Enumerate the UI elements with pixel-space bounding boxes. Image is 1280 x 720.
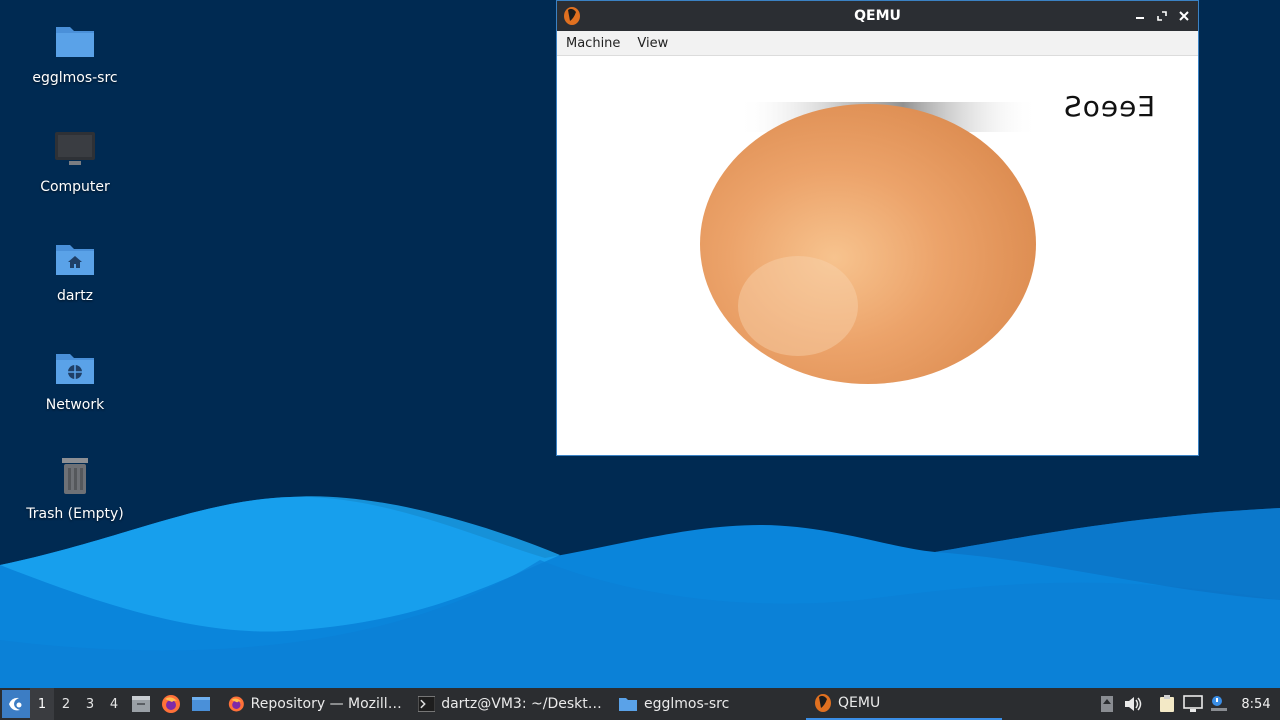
volume-icon [1125,697,1142,711]
workspace-1[interactable]: 1 [30,688,54,720]
tray-update[interactable] [1094,688,1120,720]
app-menu-icon [9,697,22,711]
tray-clipboard[interactable] [1154,688,1180,720]
close-icon[interactable] [1176,7,1192,25]
workspace-4[interactable]: 4 [102,688,126,720]
launch-firefox[interactable] [156,688,186,720]
launch-file-manager[interactable] [126,688,156,720]
window-title: QEMU [854,8,901,24]
folder-icon [52,18,98,62]
folder-icon [619,698,637,711]
desktop-icon-label: egglmos-src [32,70,118,86]
workspace-3[interactable]: 3 [78,688,102,720]
network-icon [1183,695,1203,712]
task-firefox[interactable]: Repository — Mozilla ... [220,688,410,720]
task-label: QEMU [838,695,881,711]
task-folder[interactable]: egglmos-src [610,688,806,720]
firefox-icon [228,696,244,712]
notification-icon [1211,696,1227,711]
taskbar: 1 2 3 4 Repository — Mozilla ... dartz@V… [0,688,1280,720]
desktop-icon-dartz[interactable]: dartz [10,236,140,304]
computer-icon [52,127,98,171]
home-folder-icon [52,236,98,280]
task-label: dartz@VM3: ~/Deskto... [441,696,602,712]
firefox-icon [162,695,180,713]
tray-volume[interactable] [1120,688,1146,720]
task-qemu[interactable]: QEMU [806,688,1002,720]
vm-display[interactable]: EeeoS [558,56,1197,455]
qemu-icon [815,694,831,712]
qemu-titlebar[interactable]: QEMU [557,1,1198,31]
launch-desktop[interactable] [186,688,216,720]
desktop-icon-label: dartz [56,288,94,304]
start-menu-button[interactable] [2,690,30,718]
clock[interactable]: 8:54 [1232,697,1280,712]
desktop-icon-label: Computer [40,179,110,195]
workspace-2[interactable]: 2 [54,688,78,720]
maximize-icon[interactable] [1154,7,1170,25]
desktop-icon-label: Network [45,397,105,413]
tray-network[interactable] [1180,688,1206,720]
desktop-icon-trash[interactable]: Trash (Empty) [10,454,140,522]
file-manager-icon [132,696,150,712]
menu-machine[interactable]: Machine [558,36,628,51]
network-folder-icon [52,345,98,389]
vm-screen-text: EeeoS [1063,90,1156,123]
desktop-icon-label: Trash (Empty) [26,506,124,522]
update-icon [1101,696,1113,712]
trash-icon [52,454,98,498]
desktop-icon-computer[interactable]: Computer [10,127,140,195]
tray-notification[interactable] [1206,688,1232,720]
terminal-icon [418,696,436,712]
desktop-icon-egglmos-src[interactable]: egglmos-src [10,18,140,86]
menu-view[interactable]: View [629,36,676,51]
task-label: egglmos-src [644,696,730,712]
task-terminal[interactable]: dartz@VM3: ~/Deskto... [410,688,610,720]
desktop-icon [192,697,210,711]
minimize-icon[interactable] [1132,7,1148,25]
qemu-window[interactable]: QEMU Machine View EeeoS [556,0,1199,456]
desktop-icon-network[interactable]: Network [10,345,140,413]
qemu-icon [563,6,581,30]
clipboard-icon [1160,695,1174,712]
qemu-menubar: Machine View [557,31,1198,56]
task-label: Repository — Mozilla ... [250,696,402,712]
